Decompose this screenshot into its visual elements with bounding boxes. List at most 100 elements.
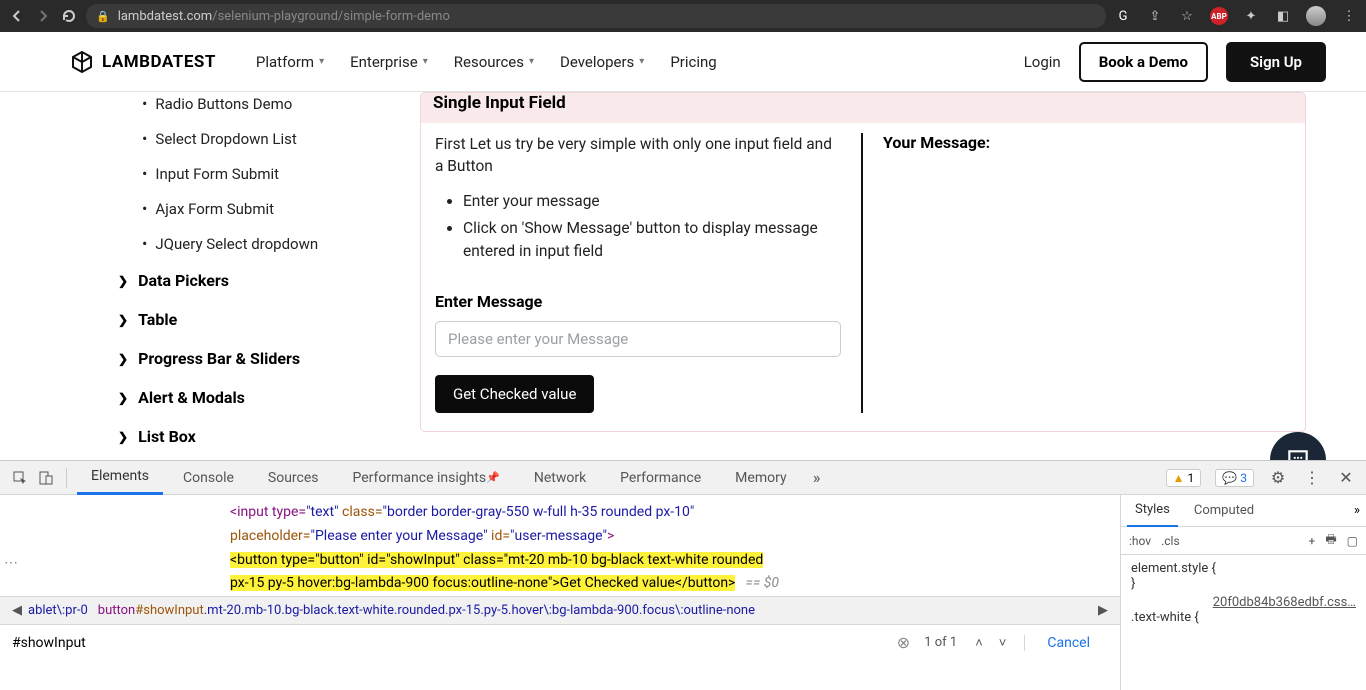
login-link[interactable]: Login	[1024, 53, 1061, 71]
collapsed-indicator: ⋯	[4, 555, 18, 571]
single-input-card: Single Input Field First Let us try be v…	[420, 92, 1306, 432]
inspect-icon[interactable]	[10, 470, 30, 486]
css-source-link[interactable]: 20f0db84b368edbf.css…	[1131, 595, 1356, 610]
nav-platform[interactable]: Platform▾	[256, 53, 324, 71]
browser-chrome-bar: 🔒 lambdatest.com/selenium-playground/sim…	[0, 0, 1366, 32]
signup-button[interactable]: Sign Up	[1226, 42, 1326, 82]
your-message-label: Your Message:	[883, 133, 1285, 152]
chevron-down-icon: ▾	[639, 56, 644, 67]
panel-icon[interactable]: ◧	[1274, 7, 1292, 25]
sidebar-cat-progress-bar[interactable]: ❯Progress Bar & Sliders	[110, 339, 410, 378]
sidebar-cat-data-pickers[interactable]: ❯Data Pickers	[110, 261, 410, 300]
reload-icon[interactable]	[60, 7, 78, 25]
device-toggle-icon[interactable]	[36, 470, 56, 486]
warnings-badge[interactable]: ▲1	[1166, 469, 1202, 487]
elements-breadcrumb[interactable]: ◀ ablet\:pr-0 button#showInput.mt-20.mb-…	[0, 596, 1120, 624]
elements-pane[interactable]: ⋯ <input type="text" class="border borde…	[0, 495, 1120, 690]
search-cancel-button[interactable]: Cancel	[1024, 635, 1112, 651]
layout-icon[interactable]: ▢	[1347, 534, 1358, 548]
share-icon[interactable]: ⇪	[1146, 7, 1164, 25]
settings-icon[interactable]: ⚙	[1268, 468, 1288, 487]
intro-text: First Let us try be very simple with onl…	[435, 133, 841, 178]
new-style-rule-icon[interactable]: +	[1309, 534, 1316, 548]
url-host: lambdatest.com	[118, 9, 213, 24]
nav-enterprise[interactable]: Enterprise▾	[350, 53, 428, 71]
sidebar-cat-list-box[interactable]: ❯List Box	[110, 417, 410, 456]
tab-memory[interactable]: Memory	[721, 461, 800, 495]
extensions-icon[interactable]: ✦	[1242, 7, 1260, 25]
sidebar: Radio Buttons Demo Select Dropdown List …	[110, 92, 410, 460]
more-tabs-icon[interactable]: »	[807, 468, 827, 487]
back-icon[interactable]	[8, 7, 26, 25]
forward-icon[interactable]	[34, 7, 52, 25]
sidebar-cat-table[interactable]: ❯Table	[110, 300, 410, 339]
step-2: Click on 'Show Message' button to displa…	[463, 217, 841, 264]
sidebar-cat-others[interactable]: ❯Others	[110, 456, 410, 460]
card-title: Single Input Field	[421, 93, 1305, 123]
chevron-right-icon: ❯	[118, 352, 128, 366]
warning-icon: ▲	[1173, 471, 1185, 485]
element-style-rule[interactable]: element.style {	[1131, 561, 1356, 576]
search-next-icon[interactable]: ˅	[995, 635, 1011, 651]
print-media-icon[interactable]: 🖶	[1325, 530, 1336, 551]
sidebar-item-radio-buttons[interactable]: Radio Buttons Demo	[110, 92, 410, 121]
elements-search-input[interactable]	[8, 631, 889, 655]
sidebar-item-input-form-submit[interactable]: Input Form Submit	[110, 156, 410, 191]
hov-toggle[interactable]: :hov	[1129, 534, 1151, 548]
profile-avatar[interactable]	[1306, 6, 1326, 26]
nav-developers[interactable]: Developers▾	[560, 53, 644, 71]
clear-search-icon[interactable]: ⊗	[897, 633, 910, 652]
page-content: Radio Buttons Demo Select Dropdown List …	[0, 92, 1366, 460]
star-icon[interactable]: ☆	[1178, 7, 1196, 25]
tab-performance-insights[interactable]: Performance insights 📌	[339, 461, 514, 495]
message-icon: 💬	[1222, 471, 1237, 485]
more-styles-tabs-icon[interactable]: »	[1354, 503, 1360, 518]
sidebar-cat-alert-modals[interactable]: ❯Alert & Modals	[110, 378, 410, 417]
search-prev-icon[interactable]: ˄	[971, 635, 987, 651]
dollar-zero: == $0	[745, 575, 779, 591]
tab-network[interactable]: Network	[520, 461, 600, 495]
get-checked-value-button[interactable]: Get Checked value	[435, 375, 594, 413]
chevron-right-icon: ❯	[118, 391, 128, 405]
url-path: /selenium-playground/simple-form-demo	[212, 9, 450, 24]
lock-icon: 🔒	[96, 10, 110, 23]
cls-toggle[interactable]: .cls	[1161, 534, 1180, 548]
logo[interactable]: LAMBDATEST	[70, 50, 216, 74]
google-icon[interactable]: G	[1114, 7, 1132, 25]
main-nav: Platform▾ Enterprise▾ Resources▾ Develop…	[256, 53, 717, 71]
elements-search-bar: ⊗ 1 of 1 ˄ ˅ Cancel	[0, 624, 1120, 660]
message-input[interactable]	[435, 321, 841, 357]
chevron-down-icon: ▾	[319, 56, 324, 67]
sidebar-item-select-dropdown[interactable]: Select Dropdown List	[110, 121, 410, 156]
step-1: Enter your message	[463, 190, 841, 213]
chrome-menu-icon[interactable]: ⋮	[1340, 7, 1358, 25]
tab-sources[interactable]: Sources	[254, 461, 333, 495]
address-bar[interactable]: 🔒 lambdatest.com/selenium-playground/sim…	[86, 4, 1106, 28]
sidebar-item-ajax-form-submit[interactable]: Ajax Form Submit	[110, 191, 410, 226]
enter-message-label: Enter Message	[435, 292, 841, 311]
chevron-down-icon: ▾	[423, 56, 428, 67]
site-header: LAMBDATEST Platform▾ Enterprise▾ Resourc…	[0, 32, 1366, 92]
abp-extension-icon[interactable]: ABP	[1210, 7, 1228, 25]
computed-tab[interactable]: Computed	[1186, 495, 1262, 527]
messages-badge[interactable]: 💬3	[1215, 469, 1254, 487]
nav-pricing[interactable]: Pricing	[670, 53, 716, 71]
chevron-down-icon: ▾	[529, 56, 534, 67]
selected-element-line1[interactable]: <button type="button" id="showInput" cla…	[230, 552, 763, 568]
sidebar-item-jquery-select[interactable]: JQuery Select dropdown	[110, 226, 410, 261]
close-devtools-icon[interactable]: ✕	[1336, 468, 1356, 487]
text-white-rule[interactable]: .text-white {	[1131, 610, 1356, 625]
styles-pane: Styles Computed » :hov .cls + 🖶 ▢ elemen…	[1120, 495, 1366, 690]
pin-icon: 📌	[486, 471, 500, 484]
breadcrumb-next-icon[interactable]: ▶	[1092, 603, 1114, 618]
book-demo-button[interactable]: Book a Demo	[1079, 42, 1208, 82]
devtools-menu-icon[interactable]: ⋮	[1302, 468, 1322, 487]
element-style-close: }	[1131, 576, 1356, 591]
tab-elements[interactable]: Elements	[77, 461, 163, 495]
tab-performance[interactable]: Performance	[606, 461, 715, 495]
nav-resources[interactable]: Resources▾	[454, 53, 534, 71]
styles-tab[interactable]: Styles	[1127, 495, 1178, 527]
selected-element-line2[interactable]: px-15 py-5 hover:bg-lambda-900 focus:out…	[230, 575, 735, 591]
tab-console[interactable]: Console	[169, 461, 248, 495]
breadcrumb-prev-icon[interactable]: ◀	[6, 603, 28, 618]
